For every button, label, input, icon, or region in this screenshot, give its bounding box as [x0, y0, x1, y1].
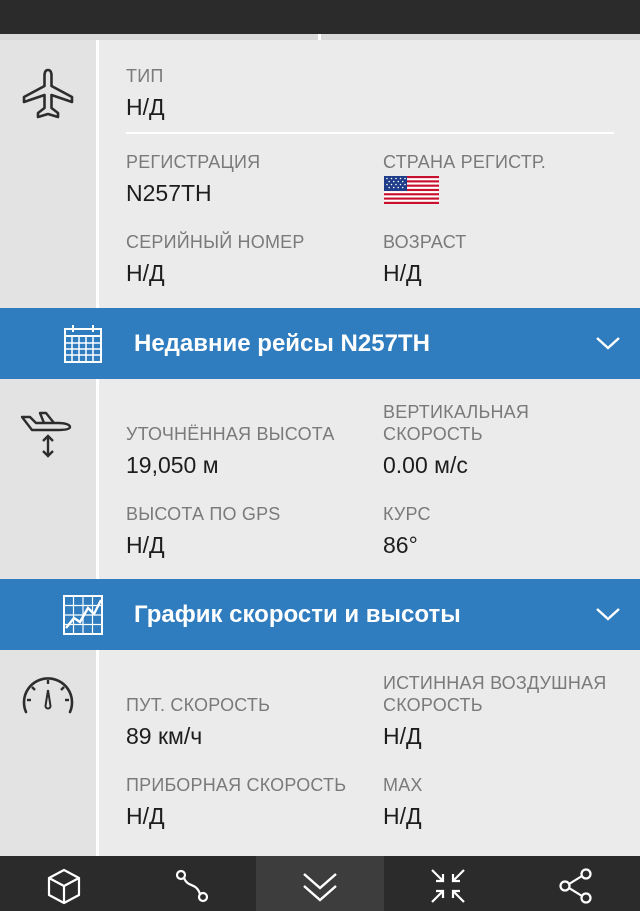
airplane-altitude-icon — [20, 411, 72, 458]
airplane-icon — [22, 68, 74, 119]
altitude-section: ВЕРТИКАЛЬНАЯ СКОРОСТЬ 0.00 м/с УТОЧНЁННА… — [0, 379, 640, 579]
aircraft-section: ТИП Н/Д РЕГИСТРАЦИЯ N257TH СТРАНА РЕГИСТ… — [0, 40, 640, 308]
max-speed-value: Н/Д — [383, 803, 422, 829]
chart-icon — [63, 595, 103, 635]
vertical-speed-value: 0.00 м/с — [383, 452, 468, 478]
indicated-airspeed-label: ПРИБОРНАЯ СКОРОСТЬ — [126, 775, 347, 795]
gps-altitude-value: Н/Д — [126, 532, 165, 558]
serial-label: СЕРИЙНЫЙ НОМЕР — [126, 232, 305, 252]
chevron-down-icon[interactable] — [594, 332, 622, 354]
true-airspeed-label-1: ИСТИННАЯ ВОЗДУШНАЯ — [383, 673, 607, 693]
track-value: 86° — [383, 532, 418, 558]
route-button[interactable] — [128, 856, 256, 911]
speed-icon-column — [0, 650, 96, 856]
ground-speed-label: ПУТ. СКОРОСТЬ — [126, 695, 271, 715]
recent-flights-bar[interactable]: Недавние рейсы N257TH — [0, 308, 640, 379]
top-status-bar — [0, 0, 640, 34]
altitude-icon-column — [0, 379, 96, 579]
speed-altitude-chart-bar[interactable]: График скорости и высоты — [0, 579, 640, 650]
center-map-button[interactable] — [384, 856, 512, 911]
view-3d-button[interactable] — [0, 856, 128, 911]
column-separator — [96, 650, 99, 856]
speedometer-icon — [22, 677, 74, 714]
chevron-down-icon[interactable] — [594, 603, 622, 625]
center-arrows-icon — [431, 869, 465, 903]
share-button[interactable] — [512, 856, 640, 911]
collapse-panel-button[interactable] — [256, 856, 384, 911]
bottom-toolbar — [0, 856, 640, 911]
collapse-chevron-icon — [303, 873, 337, 902]
recent-flights-title: Недавние рейсы N257TH — [134, 330, 430, 357]
speed-altitude-chart-title: График скорости и высоты — [134, 601, 461, 628]
route-icon — [175, 869, 209, 903]
vertical-speed-label-2: СКОРОСТЬ — [383, 424, 483, 444]
vertical-speed-label-1: ВЕРТИКАЛЬНАЯ — [383, 402, 530, 422]
flight-details-panel: ТИП Н/Д РЕГИСТРАЦИЯ N257TH СТРАНА РЕГИСТ… — [0, 0, 640, 911]
cube-3d-icon — [47, 868, 81, 905]
serial-value: Н/Д — [126, 260, 165, 286]
true-airspeed-label-2: СКОРОСТЬ — [383, 695, 483, 715]
speed-section: ИСТИННАЯ ВОЗДУШНАЯ СКОРОСТЬ Н/Д ПУТ. СКО… — [0, 650, 640, 856]
indicated-airspeed-value: Н/Д — [126, 803, 165, 829]
country-label: СТРАНА РЕГИСТР. — [383, 152, 546, 172]
calibrated-altitude-label: УТОЧНЁННАЯ ВЫСОТА — [126, 424, 335, 444]
type-value: Н/Д — [126, 94, 165, 120]
aircraft-icon-column — [0, 40, 96, 308]
calendar-icon — [64, 325, 102, 363]
us-flag-icon — [384, 176, 439, 204]
ground-speed-value: 89 км/ч — [126, 723, 203, 749]
column-separator — [96, 40, 99, 308]
gps-altitude-label: ВЫСОТА ПО GPS — [126, 504, 281, 524]
column-separator — [96, 379, 99, 579]
age-label: ВОЗРАСТ — [383, 232, 467, 252]
true-airspeed-value: Н/Д — [383, 723, 422, 749]
age-value: Н/Д — [383, 260, 422, 286]
max-speed-label: MAX — [383, 775, 423, 795]
track-label: КУРС — [383, 504, 431, 524]
share-icon — [559, 868, 592, 904]
section-divider — [126, 132, 614, 134]
registration-value: N257TH — [126, 180, 212, 206]
type-label: ТИП — [126, 66, 164, 86]
registration-label: РЕГИСТРАЦИЯ — [126, 152, 261, 172]
calibrated-altitude-value: 19,050 м — [126, 452, 219, 478]
